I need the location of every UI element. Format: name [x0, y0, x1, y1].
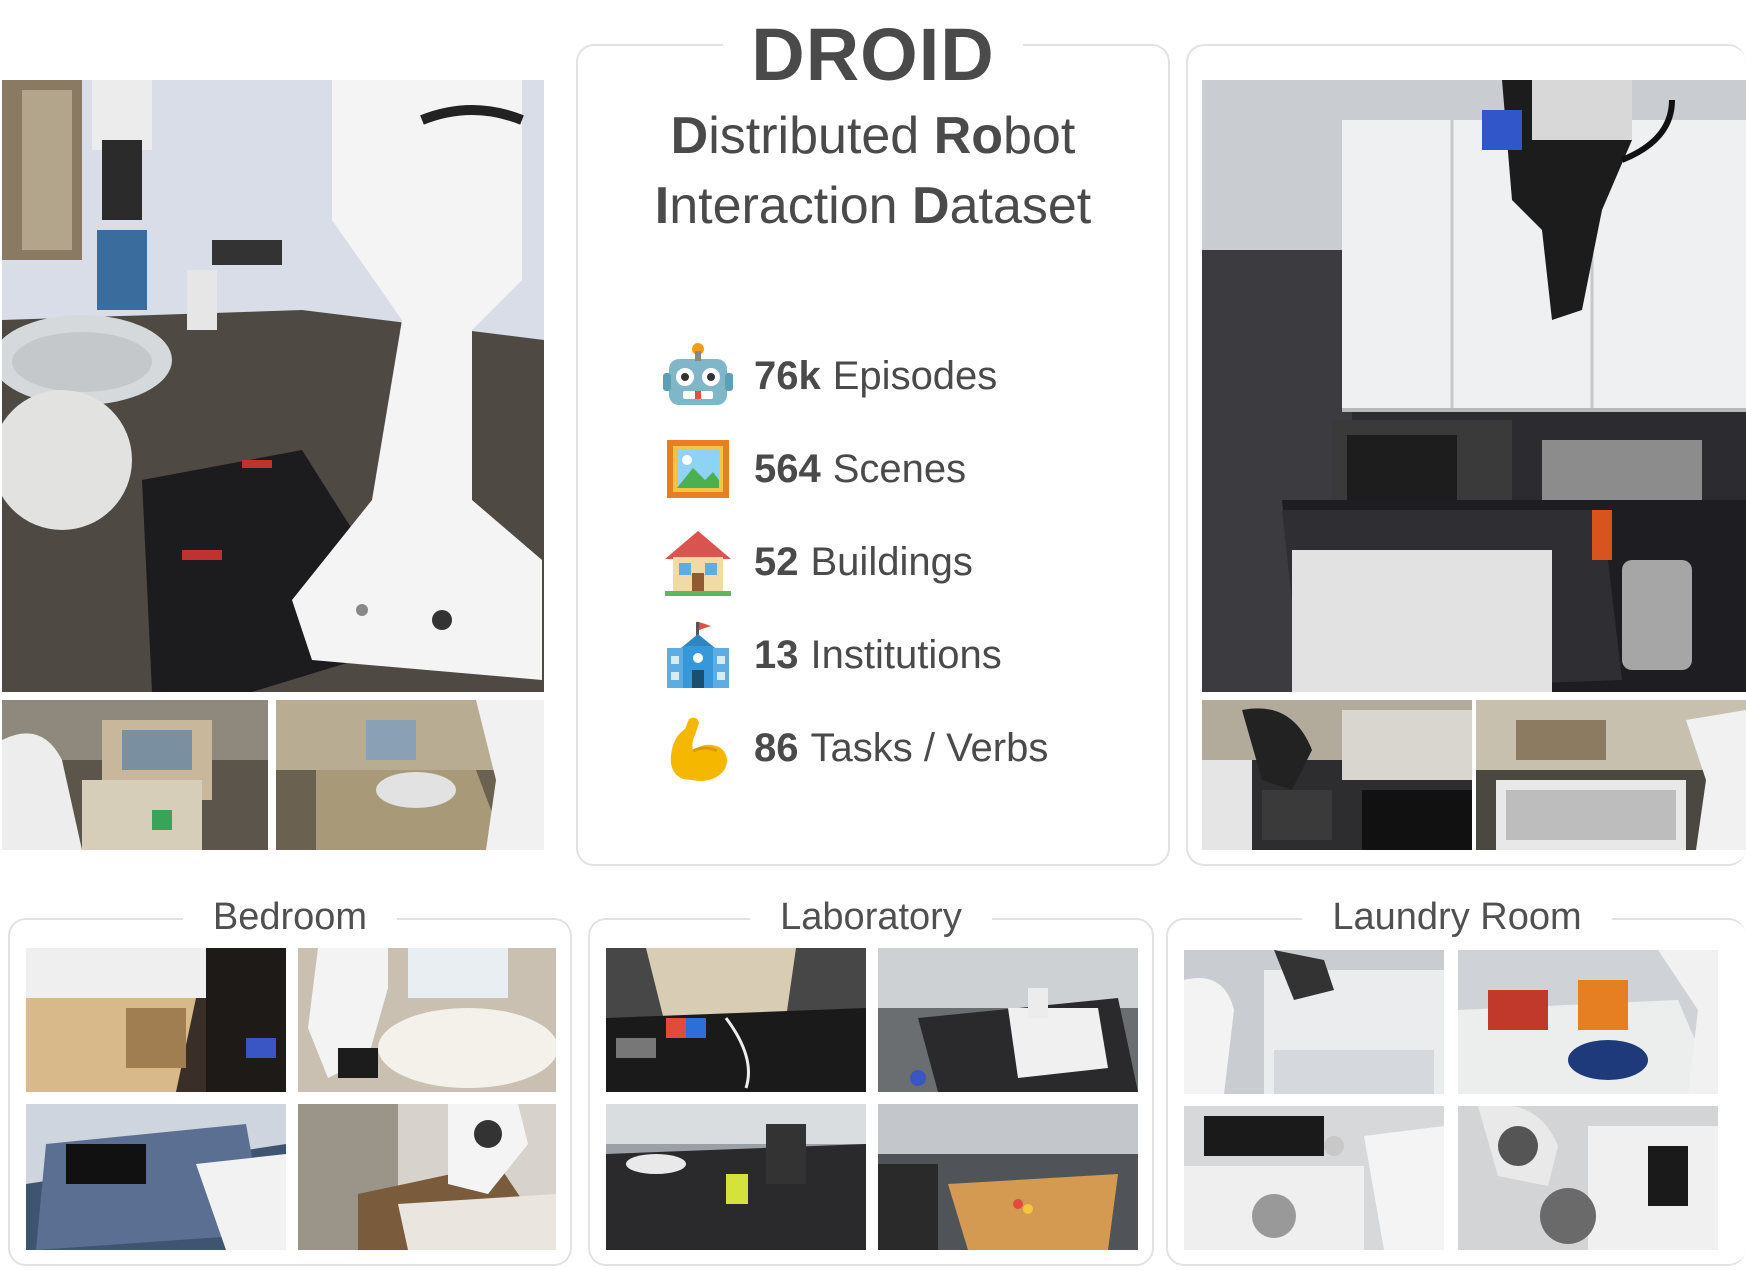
- stat-value: 86: [754, 725, 799, 770]
- stat-institutions: 13 Institutions: [656, 615, 1002, 695]
- stat-tasks: 86 Tasks / Verbs: [656, 708, 1048, 788]
- lab-photo-3: [606, 1104, 866, 1250]
- stat-value: 76k: [754, 353, 821, 398]
- stat-label: Buildings: [810, 539, 973, 584]
- bedroom-photo-3: [26, 1104, 286, 1250]
- stat-label: Scenes: [832, 446, 967, 491]
- subtitle-run: nteraction: [669, 177, 913, 235]
- robot-face-icon: [656, 338, 740, 414]
- subtitle-run: bot: [1003, 107, 1076, 165]
- laundry-title: Laundry Room: [1168, 896, 1746, 939]
- stat-episodes: 76k Episodes: [656, 336, 997, 416]
- stat-value: 13: [754, 632, 799, 677]
- stat-label: Tasks / Verbs: [810, 725, 1049, 770]
- laundry-photo-3: [1184, 1106, 1444, 1250]
- dataset-title: DROID: [578, 12, 1168, 97]
- laundry-photo-2: [1458, 950, 1718, 1094]
- stat-buildings: 52 Buildings: [656, 522, 973, 602]
- bedroom-photo-2: [298, 948, 556, 1092]
- bedroom-photo-1: [26, 948, 286, 1092]
- laundry-photo-4: [1458, 1106, 1718, 1250]
- subtitle-run: Ro: [933, 107, 1004, 165]
- laboratory-title: Laboratory: [590, 896, 1152, 939]
- stat-label: Institutions: [810, 632, 1002, 677]
- kitchen-thumb-1: [1202, 700, 1472, 850]
- bathroom-thumb-1: [2, 700, 268, 850]
- flexed-biceps-icon: [656, 710, 740, 786]
- stat-label: Episodes: [832, 353, 998, 398]
- dataset-info-panel: DROID Distributed Robot Interaction Data…: [576, 13, 1170, 866]
- stat-value: 52: [754, 539, 799, 584]
- bedroom-title: Bedroom: [10, 896, 570, 939]
- subtitle-run: D: [670, 107, 709, 165]
- subtitle-line-2: Interaction Dataset: [578, 176, 1168, 236]
- kitchen-thumb-2: [1476, 700, 1746, 850]
- subtitle-run: ataset: [949, 177, 1092, 235]
- bathroom-thumb-2: [276, 700, 544, 850]
- stat-scenes: 564 Scenes: [656, 429, 966, 509]
- laundry-photo-1: [1184, 950, 1444, 1094]
- subtitle-run: istributed: [708, 107, 934, 165]
- stat-value: 564: [754, 446, 821, 491]
- lab-photo-4: [878, 1104, 1138, 1250]
- subtitle-run: I: [654, 177, 670, 235]
- subtitle-line-1: Distributed Robot: [578, 106, 1168, 166]
- bedroom-photo-4: [298, 1104, 556, 1250]
- school-building-icon: [656, 617, 740, 693]
- bathroom-main-photo: [2, 80, 544, 692]
- kitchen-main-photo: [1202, 80, 1746, 692]
- lab-photo-1: [606, 948, 866, 1092]
- house-icon: [656, 524, 740, 600]
- framed-picture-icon: [656, 431, 740, 507]
- subtitle-run: D: [912, 177, 950, 235]
- lab-photo-2: [878, 948, 1138, 1092]
